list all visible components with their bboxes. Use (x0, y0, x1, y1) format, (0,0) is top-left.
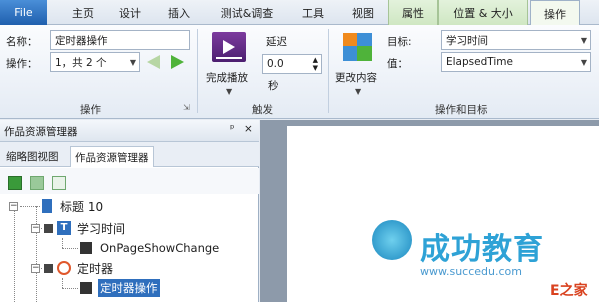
add-item-icon[interactable] (8, 176, 22, 190)
group-label-trigger: 触发 (252, 104, 273, 116)
close-icon[interactable]: × (244, 123, 253, 135)
action-clapper-icon (80, 282, 92, 294)
delay-unit: 秒 (268, 80, 279, 92)
stage-area: 成功教育 www.succedu.com E之家 (260, 120, 599, 302)
chevron-down-icon: ▼ (129, 58, 136, 67)
tab-design[interactable]: 设计 (107, 0, 153, 25)
chevron-down-icon[interactable]: ▼ (226, 87, 232, 96)
tab-title-explorer[interactable]: 作品资源管理器 (70, 146, 154, 167)
name-value: 定时器操作 (55, 34, 108, 47)
change-content-icon[interactable] (343, 33, 373, 61)
watermark-url: www.succedu.com (420, 265, 522, 278)
panel-tabs: 缩略图视图 作品资源管理器 (0, 142, 259, 167)
title-explorer-panel: 作品资源管理器 ᵖ × 缩略图视图 作品资源管理器 − 标题 10 − T 学习… (0, 120, 259, 302)
group-label-action: 操作 (80, 104, 101, 116)
pin-icon[interactable]: ᵖ (230, 123, 235, 135)
tab-home[interactable]: 主页 (60, 0, 106, 25)
collapse-toggle[interactable]: − (9, 202, 18, 211)
page-icon (42, 199, 52, 213)
group-label-action-target: 操作和目标 (435, 104, 488, 116)
previous-action-icon[interactable] (147, 55, 160, 69)
target-value: 学习时间 (446, 34, 488, 47)
action-value: 1，共 2 个 (55, 56, 107, 69)
chevron-down-icon: ▼ (580, 36, 587, 45)
target-label: 目标: (387, 36, 412, 48)
target-select[interactable]: 学习时间 ▼ (441, 30, 591, 50)
tree-node-timer-action[interactable]: 定时器操作 (80, 278, 160, 298)
tab-view[interactable]: 视图 (340, 0, 386, 25)
value-label: 值： (387, 58, 408, 70)
tree-node-study-time[interactable]: T 学习时间 (44, 218, 125, 238)
tab-tools[interactable]: 工具 (290, 0, 336, 25)
tab-thumbnail-view[interactable]: 缩略图视图 (2, 146, 63, 167)
tree-guide (62, 238, 63, 248)
tab-insert[interactable]: 插入 (156, 0, 202, 25)
chevron-down-icon[interactable]: ▼ (355, 87, 361, 96)
watermark-logo (372, 220, 412, 260)
ribbon-panel: 名称： 定时器操作 操作： 1，共 2 个 ▼ 操作 ⇲ 完成播放 ▼ 延迟 0… (0, 25, 599, 119)
ribbon-tab-bar: File 主页 设计 插入 测试&调查 工具 视图 属性 位置 & 大小 操作 (0, 0, 599, 26)
object-icon (44, 263, 53, 273)
change-content-label[interactable]: 更改内容 (335, 70, 377, 85)
add-page-icon[interactable] (52, 176, 66, 190)
tree-node-timer[interactable]: 定时器 (44, 258, 113, 278)
tree-node-title[interactable]: 标题 10 (42, 196, 103, 216)
tree-guide (62, 278, 63, 288)
complete-play-label[interactable]: 完成播放 (206, 70, 248, 85)
action-clapper-icon (80, 242, 92, 254)
tab-test-survey[interactable]: 测试&调查 (212, 0, 282, 25)
tab-file[interactable]: File (0, 0, 47, 25)
next-action-icon[interactable] (171, 55, 184, 69)
panel-title: 作品资源管理器 (4, 126, 78, 138)
tab-properties[interactable]: 属性 (388, 0, 438, 25)
delay-value: 0.0 (267, 58, 284, 70)
value-select[interactable]: ElapsedTime ▼ (441, 52, 591, 72)
panel-header: 作品资源管理器 ᵖ × (0, 120, 259, 142)
collapse-toggle[interactable]: − (31, 224, 40, 233)
delay-label: 延迟 (266, 36, 287, 48)
explorer-tree: − 标题 10 − T 学习时间 OnPageShowChange − 定时器 … (0, 196, 259, 302)
complete-play-icon[interactable] (212, 32, 246, 62)
tree-guide (20, 206, 40, 207)
watermark-corner: E之家 (550, 283, 588, 299)
tab-position-size[interactable]: 位置 & 大小 (438, 0, 528, 25)
timer-icon (57, 261, 71, 275)
tab-action[interactable]: 操作 (530, 0, 580, 26)
tree-guide (14, 206, 15, 302)
text-entry-icon: T (57, 221, 71, 235)
stepper-arrows-icon[interactable]: ▲ ▼ (313, 56, 318, 72)
group-separator (197, 29, 198, 113)
watermark-brand: 成功教育 (420, 232, 544, 267)
delay-stepper[interactable]: 0.0 ▲ ▼ (262, 54, 322, 74)
value-value: ElapsedTime (446, 56, 513, 68)
tree-guide (62, 288, 78, 289)
chevron-down-icon: ▼ (580, 58, 587, 67)
object-icon (44, 223, 53, 233)
name-label: 名称： (6, 36, 38, 48)
collapse-toggle[interactable]: − (31, 264, 40, 273)
tree-guide (62, 248, 78, 249)
dialog-launcher-icon[interactable]: ⇲ (183, 103, 190, 112)
tree-guide (36, 206, 37, 302)
action-select[interactable]: 1，共 2 个 ▼ (50, 52, 140, 72)
action-label: 操作： (6, 58, 38, 70)
tree-node-onpageshow[interactable]: OnPageShowChange (80, 238, 219, 258)
name-field[interactable]: 定时器操作 (50, 30, 190, 50)
group-separator (328, 29, 329, 113)
add-child-icon[interactable] (30, 176, 44, 190)
